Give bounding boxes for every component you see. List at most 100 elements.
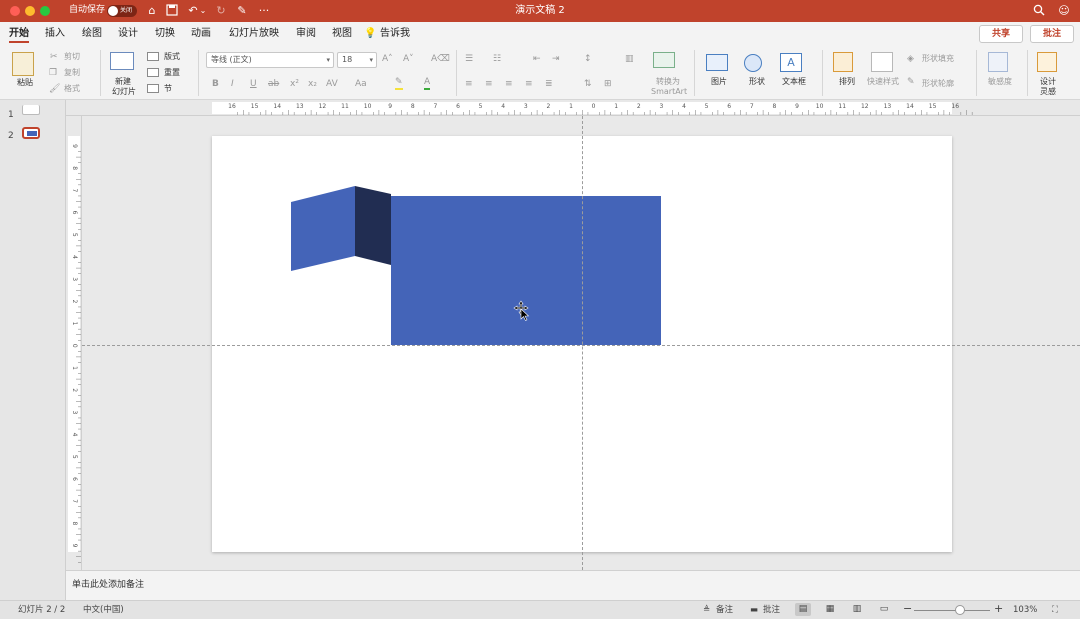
paste-label[interactable]: 粘贴 [17,78,33,88]
distributed-icon[interactable]: ≣ [545,78,553,90]
superscript-icon[interactable]: x² [290,78,299,90]
tab-draw[interactable]: 绘图 [82,27,102,41]
copy-icon[interactable]: ❐ [49,67,57,79]
comments-toggle[interactable]: 批注 [763,604,780,616]
tab-transitions[interactable]: 切换 [155,27,175,41]
main-rectangle[interactable] [391,196,661,345]
comments-button[interactable]: 批注 [1030,25,1074,43]
convert-smartart-label-2[interactable]: SmartArt [651,87,687,97]
format-painter-icon[interactable]: 🖌 [49,83,60,95]
picture-label[interactable]: 图片 [711,77,727,87]
layout-label[interactable]: 版式 [164,52,180,62]
highlight-icon[interactable]: ✎ [395,76,403,90]
align-text-icon[interactable]: ⊞ [604,78,612,90]
reading-view-button[interactable]: ▥ [849,603,865,616]
align-left-icon[interactable]: ≡ [465,78,473,90]
format-label[interactable]: 格式 [64,84,80,94]
new-slide-label-line1[interactable]: 新建 [115,77,131,87]
section-label[interactable]: 节 [164,84,172,94]
zoom-slider[interactable] [914,605,990,615]
shape-icon[interactable] [744,54,762,72]
quick-styles-icon[interactable] [871,52,893,72]
shape-outline-icon[interactable]: ✎ [907,76,915,88]
comments-icon[interactable]: ▬ [750,604,758,616]
new-slide-label-line2[interactable]: 幻灯片 [112,87,136,97]
tab-view[interactable]: 视图 [332,27,352,41]
increase-font-icon[interactable]: A˄ [382,53,393,65]
strikethrough-icon[interactable]: ab [268,78,279,90]
notes-pane[interactable]: 单击此处添加备注 [66,570,1080,600]
line-spacing-icon[interactable]: ↕ [584,53,592,65]
fit-to-window-icon[interactable]: ⛶ [1052,604,1058,616]
design-ideas-label-1[interactable]: 设计 [1040,77,1056,87]
new-slide-icon[interactable] [110,52,134,70]
underline-icon[interactable]: U [250,78,257,90]
zoom-out-button[interactable]: − [903,603,912,615]
clear-format-icon[interactable]: A⌫ [431,53,450,65]
smartart-icon[interactable] [653,52,675,68]
picture-icon[interactable] [706,54,728,71]
zoom-level[interactable]: 103% [1013,604,1037,616]
textbox-icon[interactable]: A [780,53,802,72]
shape-label[interactable]: 形状 [749,77,765,87]
reset-icon[interactable] [147,68,159,77]
smiley-feedback-icon[interactable]: ☺ [1057,4,1071,18]
align-center-icon[interactable]: ≡ [485,78,493,90]
columns-icon[interactable]: ▥ [625,53,634,65]
cut-label[interactable]: 剪切 [64,52,80,62]
slide-sorter-button[interactable]: ▦ [822,603,838,616]
slide-thumbnail-2[interactable] [22,127,40,139]
slide-thumbnail-1[interactable] [22,105,40,115]
tab-insert[interactable]: 插入 [45,27,65,41]
normal-view-button[interactable]: ▤ [795,603,811,616]
quick-styles-label[interactable]: 快速样式 [867,77,899,87]
font-color-icon[interactable]: A [424,76,431,90]
sensitivity-icon[interactable] [988,52,1008,72]
scissors-icon[interactable]: ✂ [50,51,58,63]
reset-label[interactable]: 重置 [164,68,180,78]
italic-icon[interactable]: I [231,78,234,90]
banner-fold-shadow[interactable] [355,186,391,265]
left-banner-panel[interactable] [291,186,355,271]
tell-me-search[interactable]: 告诉我 [380,27,410,41]
arrange-label[interactable]: 排列 [839,77,855,87]
layout-icon[interactable] [147,52,159,61]
tab-home[interactable]: 开始 [9,27,29,41]
section-icon[interactable] [147,84,159,93]
font-size-select[interactable]: 18 ▾ [337,52,377,68]
numbering-icon[interactable]: ☷ [493,53,501,65]
change-case-icon[interactable]: Aa [355,78,367,90]
paste-icon[interactable] [12,52,34,76]
decrease-indent-icon[interactable]: ⇤ [533,53,541,65]
shape-fill-icon[interactable]: ◈ [907,53,914,65]
bullets-icon[interactable]: ☰ [465,53,473,65]
shape-outline-label[interactable]: 形状轮廓 [922,79,954,89]
tab-review[interactable]: 审阅 [296,27,316,41]
design-ideas-icon[interactable] [1037,52,1057,72]
notes-toggle[interactable]: 备注 [716,604,733,616]
copy-label[interactable]: 复制 [64,68,80,78]
align-right-icon[interactable]: ≡ [505,78,513,90]
shape-fill-label[interactable]: 形状填充 [922,54,954,64]
tab-slideshow[interactable]: 幻灯片放映 [229,27,279,41]
language-indicator[interactable]: 中文(中国) [83,604,124,616]
zoom-in-button[interactable]: + [994,603,1003,615]
search-icon[interactable] [1032,4,1046,18]
character-spacing-icon[interactable]: AV [326,78,338,90]
textbox-label[interactable]: 文本框 [782,77,806,87]
text-direction-icon[interactable]: ⇅ [584,78,592,90]
vertical-guide[interactable] [582,116,583,570]
convert-smartart-label-1[interactable]: 转换为 [656,77,680,87]
bold-icon[interactable]: B [212,78,219,90]
notes-placeholder[interactable]: 单击此处添加备注 [72,577,144,590]
tab-design[interactable]: 设计 [118,27,138,41]
increase-indent-icon[interactable]: ⇥ [552,53,560,65]
justify-icon[interactable]: ≡ [525,78,533,90]
zoom-slider-knob[interactable] [954,605,965,615]
design-ideas-label-2[interactable]: 灵感 [1040,87,1056,97]
notes-icon[interactable]: ≜ [703,604,710,616]
tab-animations[interactable]: 动画 [191,27,211,41]
decrease-font-icon[interactable]: A˅ [403,53,414,65]
arrange-icon[interactable] [833,52,853,72]
share-button[interactable]: 共享 [979,25,1023,43]
